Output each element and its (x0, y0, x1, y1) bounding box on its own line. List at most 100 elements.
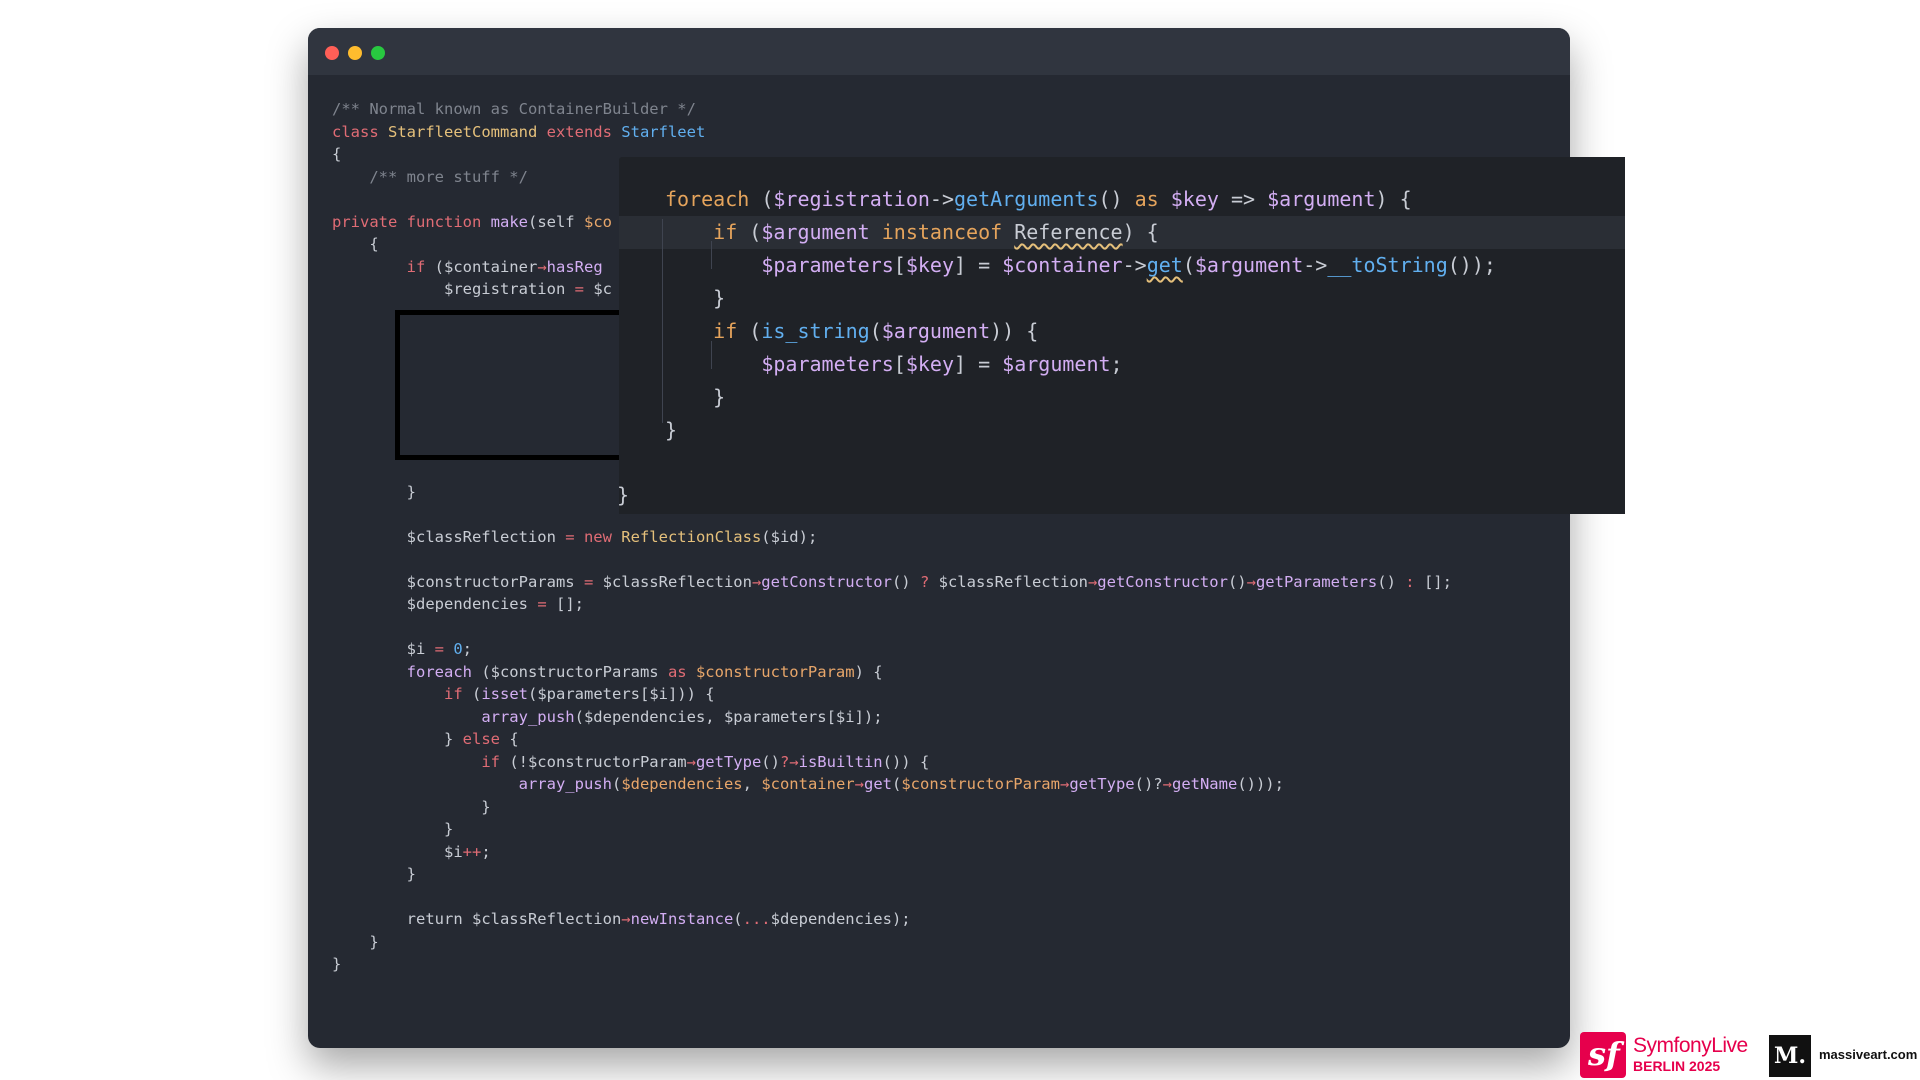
code-line: array_push($dependencies, $parameters[$i… (332, 706, 1452, 729)
code-token: $co (583, 212, 612, 231)
code-token: () (1098, 187, 1135, 211)
code-line: $constructorParams = $classReflection→ge… (332, 571, 1452, 594)
code-token: (self (527, 212, 584, 231)
code-token: []; (1423, 572, 1452, 591)
code-line: } (665, 414, 1496, 447)
minimize-button[interactable] (348, 46, 362, 60)
code-token: getConstructor (761, 572, 892, 591)
code-token: -> (929, 187, 955, 211)
code-token: /** more stuff */ (332, 167, 528, 186)
code-token: if (713, 220, 750, 244)
code-token: Reference (1014, 220, 1123, 244)
code-token: if (443, 685, 472, 703)
code-token: } (332, 797, 491, 816)
code-token: ... (742, 910, 771, 928)
code-token: as (667, 662, 696, 681)
code-token: $classReflection (332, 527, 566, 546)
code-token: (!$constructorParam (509, 752, 687, 771)
code-token: ( (471, 685, 482, 703)
code-line: class StarfleetCommand extends Starfleet (332, 121, 1452, 144)
code-token: ( (749, 220, 762, 244)
zoomed-code: foreach ($registration->getArguments() a… (665, 183, 1496, 447)
symfony-logo-mark: sf (1588, 1035, 1620, 1073)
code-token: $c (593, 280, 612, 298)
code-token: ($dependencies, $parameters[$i]); (574, 707, 883, 726)
code-token: $i (332, 640, 435, 658)
code-token: $constructorParams (332, 572, 584, 591)
code-line: array_push($dependencies, $container→get… (332, 773, 1452, 796)
code-token: } (332, 865, 416, 883)
code-token: ($container (434, 257, 538, 276)
code-line: $parameters[$key] = $argument; (665, 348, 1496, 381)
code-token: StarfleetCommand (388, 122, 547, 141)
symfony-subtitle: BERLIN 2025 (1633, 1058, 1721, 1074)
code-token: $argument (1002, 352, 1111, 376)
code-token: = (583, 572, 603, 591)
code-token: new (583, 527, 622, 546)
code-token: ?→ (779, 752, 799, 771)
code-token: newInstance (630, 910, 734, 928)
code-token: $argument (1194, 253, 1304, 277)
code-token: = (574, 280, 594, 298)
code-token: isset (481, 685, 528, 703)
code-token: ] = (954, 253, 1003, 277)
code-token: () (1377, 572, 1406, 591)
code-token: $parameters (761, 352, 894, 376)
code-token: getConstructor (1097, 572, 1228, 591)
code-token: } (332, 932, 379, 951)
code-token: } (665, 385, 726, 409)
code-token: ( (1182, 253, 1195, 277)
code-token: return (332, 910, 472, 928)
code-token: → (1059, 775, 1070, 793)
code-token: ReflectionClass (621, 527, 762, 546)
close-button[interactable] (325, 46, 339, 60)
code-token: → (751, 572, 762, 591)
code-token: get (863, 775, 892, 793)
code-token: hasReg (546, 257, 603, 276)
code-token: , (742, 775, 762, 793)
hand-drawn-highlight-box (395, 310, 625, 460)
code-token: ; (481, 842, 491, 861)
code-token: $registration (773, 187, 930, 211)
code-token: [ (893, 352, 906, 376)
code-token: instanceof (881, 220, 1015, 244)
code-token: isBuiltin (798, 752, 883, 771)
code-token: ()); (1447, 253, 1496, 277)
code-token: → (621, 910, 631, 928)
code-token: $dependencies (621, 775, 743, 793)
code-token: = (537, 595, 556, 613)
code-line: } (665, 381, 1496, 414)
code-line: $i++; (332, 841, 1452, 864)
code-token: → (854, 775, 864, 793)
code-token: () (891, 572, 920, 591)
code-token: array_push (481, 707, 575, 726)
symfony-title: SymfonyLive (1633, 1034, 1748, 1057)
code-token: getParameters (1255, 572, 1378, 591)
code-line: } (332, 863, 1452, 886)
maximize-button[interactable] (371, 46, 385, 60)
code-token: getName (1171, 775, 1238, 793)
code-token: $key (905, 253, 954, 277)
code-token: → (1087, 572, 1098, 591)
code-line: $dependencies = []; (332, 593, 1452, 616)
code-line: } (665, 282, 1496, 315)
code-line: foreach ($registration->getArguments() a… (665, 183, 1496, 216)
code-token: ; (462, 640, 473, 658)
code-token: $argument (1267, 187, 1376, 211)
code-token: { (509, 730, 519, 748)
code-line: } else { (332, 728, 1452, 751)
code-token: ) { (1122, 220, 1159, 244)
code-token: ($id); (761, 527, 818, 546)
code-token: $registration (332, 280, 575, 298)
code-token: is_string (761, 319, 870, 343)
code-token: ) { (854, 662, 883, 681)
